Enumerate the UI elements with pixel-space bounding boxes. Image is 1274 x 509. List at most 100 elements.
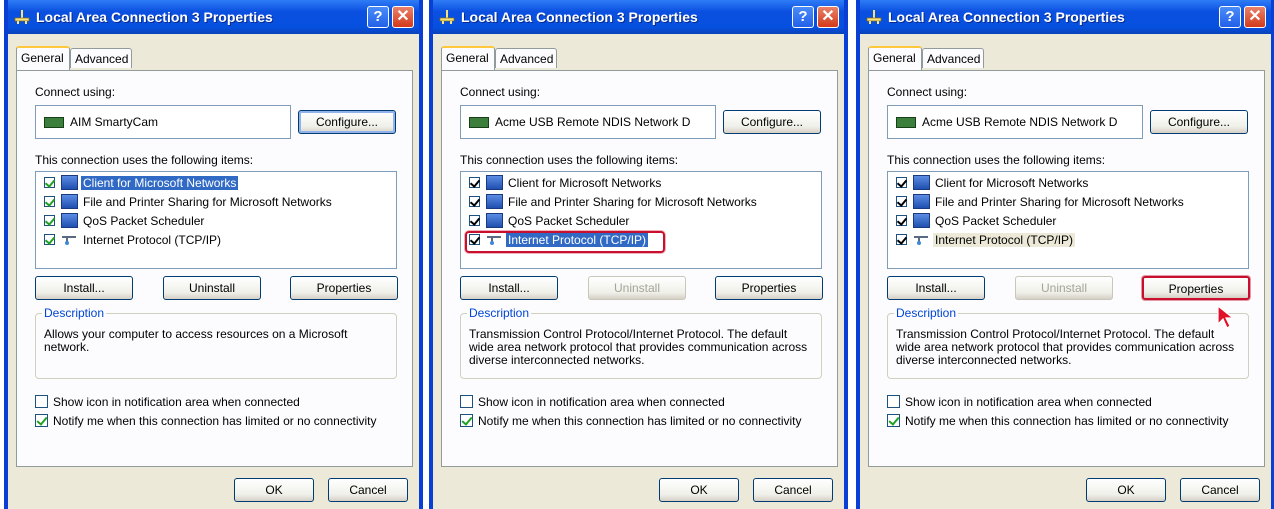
install-button[interactable]: Install... <box>460 276 558 300</box>
dialog-title: Local Area Connection 3 Properties <box>36 9 273 25</box>
notify-label: Notify me when this connection has limit… <box>905 414 1229 428</box>
properties-dialog-2: Local Area Connection 3 Properties ? ✕ G… <box>429 0 848 509</box>
help-button[interactable]: ? <box>1219 6 1241 28</box>
general-tab-panel: Connect using: Acme USB Remote NDIS Netw… <box>868 70 1265 467</box>
title-bar[interactable]: Local Area Connection 3 Properties ? ✕ <box>433 0 844 34</box>
qos-checkbox[interactable] <box>469 215 480 226</box>
close-button[interactable]: ✕ <box>817 6 839 28</box>
tcpip-label: Internet Protocol (TCP/IP) <box>933 233 1076 247</box>
protocol-icon <box>914 236 928 245</box>
file-sharing-label: File and Printer Sharing for Microsoft N… <box>83 195 332 209</box>
properties-button[interactable]: Properties <box>290 276 398 300</box>
qos-icon <box>61 213 78 228</box>
uninstall-button[interactable]: Uninstall <box>163 276 261 300</box>
configure-button[interactable]: Configure... <box>1150 110 1248 134</box>
qos-icon <box>486 213 503 228</box>
notify-checkbox[interactable] <box>460 414 473 427</box>
tcpip-checkbox[interactable] <box>44 234 55 245</box>
items-label: This connection uses the following items… <box>35 153 254 167</box>
tab-general[interactable]: General <box>441 46 495 70</box>
network-adapter-icon <box>896 117 916 128</box>
close-button[interactable]: ✕ <box>392 6 414 28</box>
title-bar[interactable]: Local Area Connection 3 Properties ? ✕ <box>8 0 419 34</box>
configure-button[interactable]: Configure... <box>298 110 396 134</box>
components-list[interactable]: Client for Microsoft Networks File and P… <box>35 171 397 269</box>
protocol-icon <box>62 236 76 245</box>
properties-button[interactable]: Properties <box>715 276 823 300</box>
description-group: Description Allows your computer to acce… <box>35 306 397 379</box>
connect-using-label: Connect using: <box>35 85 116 99</box>
adapter-field: AIM SmartyCam <box>35 105 291 139</box>
show-icon-checkbox[interactable] <box>887 395 900 408</box>
client-checkbox[interactable] <box>44 177 55 188</box>
tcpip-label: Internet Protocol (TCP/IP) <box>83 233 222 247</box>
ok-button[interactable]: OK <box>659 478 739 502</box>
tab-advanced[interactable]: Advanced <box>922 48 984 68</box>
components-list[interactable]: Client for Microsoft Networks File and P… <box>887 171 1249 269</box>
show-icon-label: Show icon in notification area when conn… <box>478 395 725 409</box>
items-label: This connection uses the following items… <box>887 153 1106 167</box>
show-icon-checkbox[interactable] <box>460 395 473 408</box>
close-button[interactable]: ✕ <box>1244 6 1266 28</box>
description-text: Allows your computer to access resources… <box>44 327 348 354</box>
connect-using-label: Connect using: <box>460 85 541 99</box>
general-tab-panel: Connect using: AIM SmartyCam Configure..… <box>16 70 413 467</box>
mouse-cursor-icon <box>1217 305 1235 329</box>
ok-button[interactable]: OK <box>1086 478 1166 502</box>
properties-dialog-3: Local Area Connection 3 Properties ? ✕ G… <box>856 0 1274 509</box>
show-icon-label: Show icon in notification area when conn… <box>53 395 300 409</box>
items-label: This connection uses the following items… <box>460 153 679 167</box>
notify-checkbox[interactable] <box>887 414 900 427</box>
configure-button[interactable]: Configure... <box>723 110 821 134</box>
install-button[interactable]: Install... <box>35 276 133 300</box>
file-sharing-checkbox[interactable] <box>44 196 55 207</box>
qos-checkbox[interactable] <box>44 215 55 226</box>
tab-advanced[interactable]: Advanced <box>495 48 557 68</box>
file-sharing-icon <box>61 194 78 209</box>
notify-label: Notify me when this connection has limit… <box>478 414 802 428</box>
dialog-title: Local Area Connection 3 Properties <box>461 9 698 25</box>
notify-checkbox[interactable] <box>35 414 48 427</box>
network-connection-icon <box>14 10 30 24</box>
selection-highlight-box <box>465 231 665 253</box>
tab-advanced[interactable]: Advanced <box>70 48 132 68</box>
client-label: Client for Microsoft Networks <box>81 176 239 190</box>
adapter-name: Acme USB Remote NDIS Network D <box>922 115 1118 129</box>
qos-label: QoS Packet Scheduler <box>508 214 630 228</box>
properties-button[interactable]: Properties <box>1142 276 1250 300</box>
show-icon-label: Show icon in notification area when conn… <box>905 395 1152 409</box>
help-button[interactable]: ? <box>792 6 814 28</box>
qos-icon <box>913 213 930 228</box>
network-adapter-icon <box>44 117 64 128</box>
client-icon <box>913 175 930 190</box>
file-sharing-icon <box>913 194 930 209</box>
notify-label: Notify me when this connection has limit… <box>53 414 377 428</box>
uninstall-button[interactable]: Uninstall <box>588 276 686 300</box>
tab-general[interactable]: General <box>868 46 922 70</box>
description-legend: Description <box>42 306 107 320</box>
components-list[interactable]: Client for Microsoft Networks File and P… <box>460 171 822 269</box>
description-legend: Description <box>467 306 532 320</box>
tcpip-checkbox[interactable] <box>896 234 907 245</box>
file-sharing-checkbox[interactable] <box>896 196 907 207</box>
show-icon-checkbox[interactable] <box>35 395 48 408</box>
qos-checkbox[interactable] <box>896 215 907 226</box>
help-button[interactable]: ? <box>367 6 389 28</box>
network-adapter-icon <box>469 117 489 128</box>
title-bar[interactable]: Local Area Connection 3 Properties ? ✕ <box>860 0 1271 34</box>
file-sharing-label: File and Printer Sharing for Microsoft N… <box>935 195 1184 209</box>
file-sharing-checkbox[interactable] <box>469 196 480 207</box>
description-text: Transmission Control Protocol/Internet P… <box>896 327 1235 367</box>
client-label: Client for Microsoft Networks <box>935 176 1089 190</box>
client-checkbox[interactable] <box>896 177 907 188</box>
client-checkbox[interactable] <box>469 177 480 188</box>
cancel-button[interactable]: Cancel <box>1180 478 1260 502</box>
adapter-name: Acme USB Remote NDIS Network D <box>495 115 691 129</box>
install-button[interactable]: Install... <box>887 276 985 300</box>
general-tab-panel: Connect using: Acme USB Remote NDIS Netw… <box>441 70 838 467</box>
cancel-button[interactable]: Cancel <box>753 478 833 502</box>
uninstall-button[interactable]: Uninstall <box>1015 276 1113 300</box>
tab-general[interactable]: General <box>16 46 70 70</box>
ok-button[interactable]: OK <box>234 478 314 502</box>
cancel-button[interactable]: Cancel <box>328 478 408 502</box>
